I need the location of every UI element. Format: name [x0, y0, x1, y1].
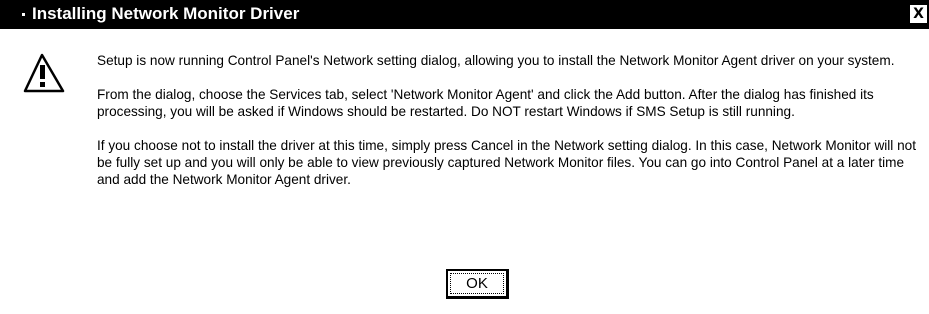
- ok-button[interactable]: OK: [446, 269, 509, 299]
- close-icon: X: [913, 6, 924, 22]
- warning-icon: [23, 53, 65, 93]
- message-dialog: Installing Network Monitor Driver X Setu…: [0, 0, 929, 314]
- title-bar[interactable]: Installing Network Monitor Driver X: [0, 0, 929, 29]
- message-paragraph-3: If you choose not to install the driver …: [97, 138, 917, 187]
- system-menu-icon[interactable]: [22, 13, 25, 16]
- window-title: Installing Network Monitor Driver: [32, 4, 300, 23]
- close-button[interactable]: X: [910, 5, 927, 23]
- ok-button-label: OK: [450, 273, 504, 294]
- message-paragraph-1: Setup is now running Control Panel's Net…: [97, 53, 895, 68]
- message-body: Setup is now running Control Panel's Net…: [97, 52, 921, 205]
- message-paragraph-2: From the dialog, choose the Services tab…: [97, 87, 874, 119]
